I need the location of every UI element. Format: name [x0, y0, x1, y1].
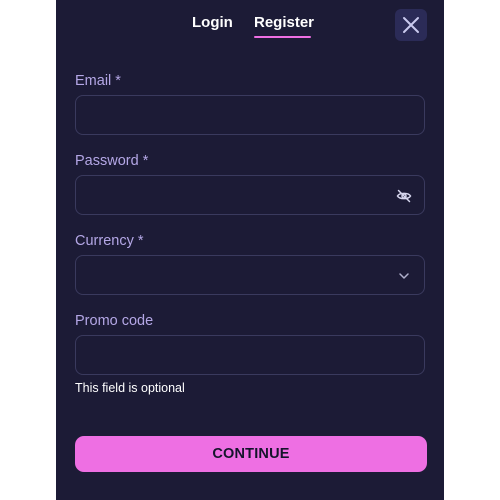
promo-code-hint: This field is optional — [75, 381, 185, 395]
password-field-box — [75, 175, 425, 215]
currency-label: Currency * — [75, 233, 144, 249]
close-button[interactable] — [395, 9, 427, 41]
email-field-box — [75, 95, 425, 135]
tab-login[interactable]: Login — [192, 14, 233, 32]
eye-off-icon[interactable] — [396, 188, 412, 204]
promo-code-field-box — [75, 335, 425, 375]
promo-code-label: Promo code — [75, 313, 154, 329]
email-field[interactable] — [76, 96, 424, 134]
auth-tabs: Login Register — [56, 0, 444, 46]
register-panel: Login Register Email * Password * Curren… — [56, 0, 444, 500]
tab-register[interactable]: Register — [254, 14, 314, 32]
chevron-down-icon — [399, 273, 409, 279]
promo-code-field[interactable] — [76, 336, 424, 374]
email-label: Email * — [75, 73, 121, 89]
close-icon — [403, 17, 419, 33]
password-label: Password * — [75, 153, 149, 169]
currency-select[interactable] — [75, 255, 425, 295]
active-tab-indicator — [254, 36, 311, 38]
password-field[interactable] — [76, 176, 424, 214]
continue-button[interactable]: CONTINUE — [75, 436, 427, 472]
